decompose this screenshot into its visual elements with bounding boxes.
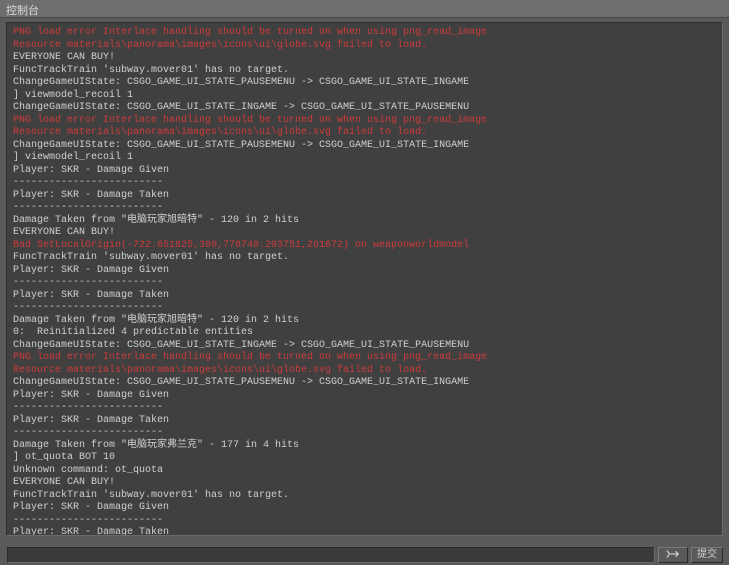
console-line: ChangeGameUIState: CSGO_GAME_UI_STATE_PA… bbox=[13, 377, 716, 390]
console-line: ------------------------- bbox=[13, 427, 716, 440]
console-line: Player: SKR - Damage Given bbox=[13, 165, 716, 178]
console-line: ------------------------- bbox=[13, 277, 716, 290]
send-icon bbox=[666, 548, 680, 560]
console-line: Damage Taken from "电脑玩家弗兰克" - 177 in 4 h… bbox=[13, 440, 716, 453]
command-input[interactable] bbox=[7, 547, 655, 563]
console-line: 0: Reinitialized 4 predictable entities bbox=[13, 327, 716, 340]
window-title: 控制台 bbox=[6, 5, 39, 17]
console-line: Resource materials\panorama\images\icons… bbox=[13, 40, 716, 53]
console-line: Damage Taken from "电脑玩家旭暗特" - 120 in 2 h… bbox=[13, 215, 716, 228]
console-line: Resource materials\panorama\images\icons… bbox=[13, 365, 716, 378]
console-line: EVERYONE CAN BUY! bbox=[13, 52, 716, 65]
console-line: ------------------------- bbox=[13, 202, 716, 215]
console-line: EVERYONE CAN BUY! bbox=[13, 477, 716, 490]
console-line: EVERYONE CAN BUY! bbox=[13, 227, 716, 240]
console-line: FuncTrackTrain 'subway.mover01' has no t… bbox=[13, 490, 716, 503]
console-output: PNG load error Interlace handling should… bbox=[6, 22, 723, 536]
console-line: Unknown command: ot_quota bbox=[13, 465, 716, 478]
console-line: Player: SKR - Damage Given bbox=[13, 390, 716, 403]
console-line: ] viewmodel_recoil 1 bbox=[13, 152, 716, 165]
console-line: Player: SKR - Damage Taken bbox=[13, 290, 716, 303]
console-line: PNG load error Interlace handling should… bbox=[13, 27, 716, 40]
console-line: FuncTrackTrain 'subway.mover01' has no t… bbox=[13, 65, 716, 78]
console-line: Resource materials\panorama\images\icons… bbox=[13, 127, 716, 140]
submit-button[interactable]: 提交 bbox=[691, 547, 723, 563]
console-line: ------------------------- bbox=[13, 402, 716, 415]
console-line: Damage Taken from "电脑玩家旭暗特" - 120 in 2 h… bbox=[13, 315, 716, 328]
console-line: Player: SKR - Damage Taken bbox=[13, 527, 716, 536]
console-line: Player: SKR - Damage Given bbox=[13, 502, 716, 515]
console-line: Bad SetLocalOrigin(-722.651825,390,77874… bbox=[13, 240, 716, 253]
console-line: PNG load error Interlace handling should… bbox=[13, 352, 716, 365]
send-button[interactable] bbox=[658, 547, 688, 563]
console-line: ChangeGameUIState: CSGO_GAME_UI_STATE_IN… bbox=[13, 102, 716, 115]
console-line: FuncTrackTrain 'subway.mover01' has no t… bbox=[13, 252, 716, 265]
console-line: ------------------------- bbox=[13, 177, 716, 190]
console-line: Player: SKR - Damage Taken bbox=[13, 415, 716, 428]
console-line: ] ot_quota BOT 10 bbox=[13, 452, 716, 465]
console-line: Player: SKR - Damage Given bbox=[13, 265, 716, 278]
console-footer: 提交 bbox=[7, 547, 723, 563]
console-line: Player: SKR - Damage Taken bbox=[13, 190, 716, 203]
window-titlebar[interactable]: 控制台 bbox=[0, 0, 729, 18]
console-line: ------------------------- bbox=[13, 515, 716, 528]
console-line: ] viewmodel_recoil 1 bbox=[13, 90, 716, 103]
console-line: ChangeGameUIState: CSGO_GAME_UI_STATE_PA… bbox=[13, 140, 716, 153]
console-line: ChangeGameUIState: CSGO_GAME_UI_STATE_PA… bbox=[13, 77, 716, 90]
console-line: PNG load error Interlace handling should… bbox=[13, 115, 716, 128]
console-line: ------------------------- bbox=[13, 302, 716, 315]
console-line: ChangeGameUIState: CSGO_GAME_UI_STATE_IN… bbox=[13, 340, 716, 353]
